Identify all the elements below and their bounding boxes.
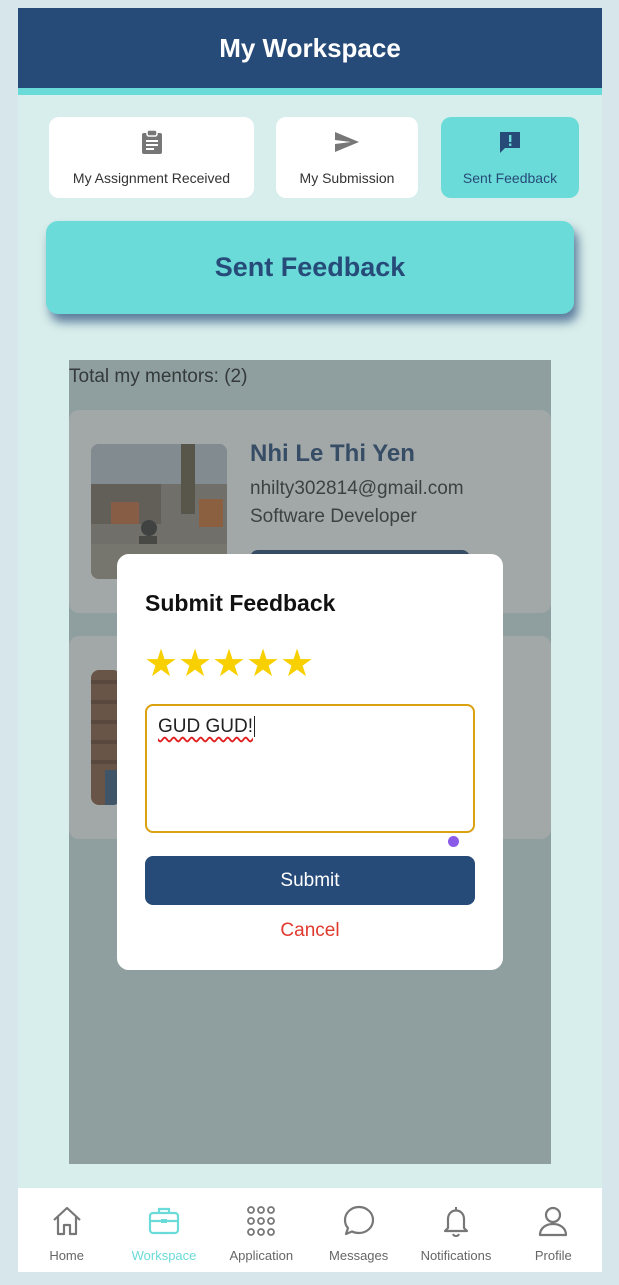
cancel-button[interactable]: Cancel (117, 920, 503, 942)
star-icon[interactable]: ★ (246, 644, 280, 682)
workspace-screen: My Workspace My Assignment Received My S… (18, 8, 602, 1272)
nav-item-home[interactable]: Home (18, 1188, 115, 1272)
nav-label: Notifications (420, 1248, 492, 1263)
star-icon[interactable]: ★ (212, 644, 246, 682)
tab-label: My Submission (299, 170, 395, 186)
app-header: My Workspace (18, 8, 602, 88)
star-icon[interactable]: ★ (144, 644, 178, 682)
feedback-textarea[interactable]: GUD GUD! (145, 704, 475, 833)
nav-label: Workspace (131, 1248, 197, 1263)
tab-my-submission[interactable]: My Submission (276, 117, 418, 198)
tab-label: My Assignment Received (72, 170, 231, 186)
page-title: My Workspace (219, 32, 401, 63)
resize-handle[interactable] (448, 836, 459, 847)
nav-label: Application (229, 1248, 294, 1263)
nav-item-notifications[interactable]: Notifications (407, 1188, 504, 1272)
nav-item-profile[interactable]: Profile (505, 1188, 602, 1272)
bottom-navigation: Home Workspace Application Messages Noti… (18, 1188, 602, 1272)
section-title: Sent Feedback (214, 252, 406, 282)
dialog-title: Submit Feedback (145, 590, 336, 616)
nav-item-workspace[interactable]: Workspace (115, 1188, 212, 1272)
home-icon (52, 1206, 81, 1236)
tab-my-assignment-received[interactable]: My Assignment Received (49, 117, 254, 198)
star-icon[interactable]: ★ (280, 644, 314, 682)
nav-label: Messages (329, 1248, 389, 1263)
star-rating[interactable]: ★ ★ ★ ★ ★ (144, 644, 314, 682)
chat-icon (343, 1205, 374, 1236)
nav-label: Home (49, 1248, 84, 1263)
feedback-icon (497, 129, 523, 155)
tab-label: Sent Feedback (462, 170, 558, 186)
submit-feedback-dialog: Submit Feedback ★ ★ ★ ★ ★ GUD GUD! Submi… (117, 554, 503, 970)
star-icon[interactable]: ★ (178, 644, 212, 682)
nav-item-application[interactable]: Application (213, 1188, 310, 1272)
header-accent-stripe (18, 88, 602, 95)
section-banner: Sent Feedback (46, 221, 574, 314)
bell-icon (443, 1207, 469, 1238)
nav-label: Profile (534, 1248, 572, 1263)
nav-item-messages[interactable]: Messages (310, 1188, 407, 1272)
clipboard-icon (139, 129, 165, 155)
tab-sent-feedback[interactable]: Sent Feedback (441, 117, 579, 198)
grid-dots-icon (247, 1206, 276, 1236)
user-icon (539, 1206, 568, 1237)
feedback-text: GUD GUD! (158, 716, 253, 737)
submit-button[interactable]: Submit (145, 856, 475, 905)
briefcase-icon (148, 1207, 180, 1235)
text-cursor (254, 716, 255, 737)
send-icon (334, 129, 360, 155)
